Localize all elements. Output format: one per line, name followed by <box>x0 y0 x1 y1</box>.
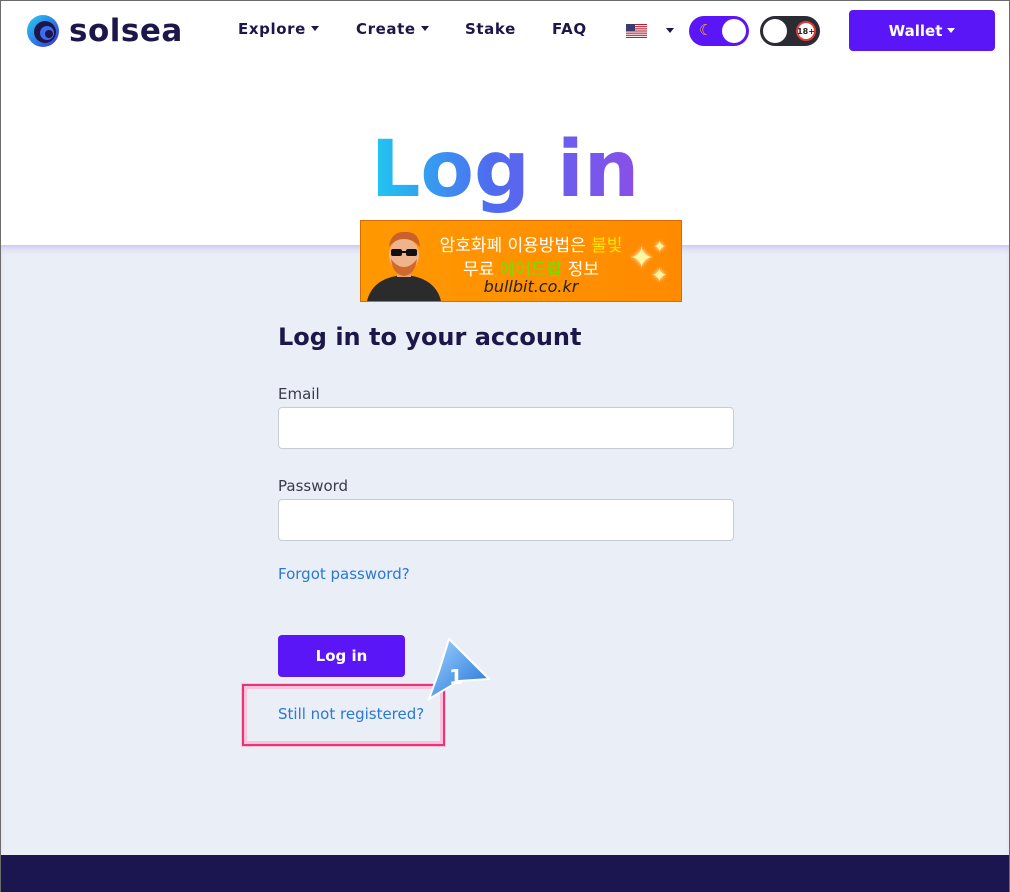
nav-create-label: Create <box>356 20 416 38</box>
adult-18-badge-icon: 18+ <box>796 21 816 41</box>
form-heading: Log in to your account <box>278 323 582 351</box>
sparkle-icon: ✦ <box>653 239 667 256</box>
password-label: Password <box>278 477 349 495</box>
logo[interactable]: solsea <box>26 13 183 49</box>
nav-faq-label: FAQ <box>552 20 587 38</box>
chevron-down-icon <box>947 28 956 33</box>
nav-create[interactable]: Create <box>356 20 429 38</box>
nav-stake[interactable]: Stake <box>465 20 516 38</box>
us-flag-icon[interactable] <box>626 24 647 38</box>
ad-url: bullbit.co.kr <box>483 277 579 296</box>
solsea-logo-icon <box>27 15 59 47</box>
email-label: Email <box>278 385 320 403</box>
nav-explore-label: Explore <box>238 20 306 38</box>
password-field[interactable] <box>278 499 734 541</box>
page-title: Log in <box>1 125 1009 215</box>
step-callout-arrow-icon: 1 <box>427 637 491 702</box>
login-button[interactable]: Log in <box>278 635 405 677</box>
sparkle-icon: ✦ <box>651 265 668 287</box>
toggle-knob <box>722 19 746 43</box>
ad-line1-highlight: 불빛 <box>591 236 623 256</box>
ad-banner[interactable]: 암호화폐 이용방법은 불빛 무료 에어드랍 정보 bullbit.co.kr ✦… <box>360 220 682 302</box>
top-navbar: solsea Explore Create Stake FAQ ☾ 18+ Wa… <box>1 1 1009 61</box>
step-number: 1 <box>449 665 463 689</box>
dark-mode-toggle[interactable]: ☾ <box>689 16 749 46</box>
email-field[interactable] <box>278 407 734 449</box>
wallet-button-label: Wallet <box>888 21 943 40</box>
forgot-password-link[interactable]: Forgot password? <box>278 565 410 583</box>
language-chevron-down-icon[interactable] <box>666 28 674 33</box>
chevron-down-icon <box>310 26 319 31</box>
wallet-button[interactable]: Wallet <box>849 10 995 51</box>
nav-explore[interactable]: Explore <box>238 20 319 38</box>
brand-name: solsea <box>69 13 183 49</box>
nav-faq[interactable]: FAQ <box>552 20 587 38</box>
toggle-knob <box>763 19 787 43</box>
moon-icon: ☾ <box>699 22 713 39</box>
chevron-down-icon <box>420 26 429 31</box>
nav-stake-label: Stake <box>465 20 516 38</box>
adult-content-toggle[interactable]: 18+ <box>760 16 820 46</box>
footer <box>1 855 1009 892</box>
register-link[interactable]: Still not registered? <box>278 705 424 723</box>
ad-text-line1: 암호화폐 이용방법은 불빛 <box>431 231 631 256</box>
page-title-text: Log in <box>370 125 640 215</box>
ad-line1-prefix: 암호화폐 이용방법은 <box>439 236 592 256</box>
